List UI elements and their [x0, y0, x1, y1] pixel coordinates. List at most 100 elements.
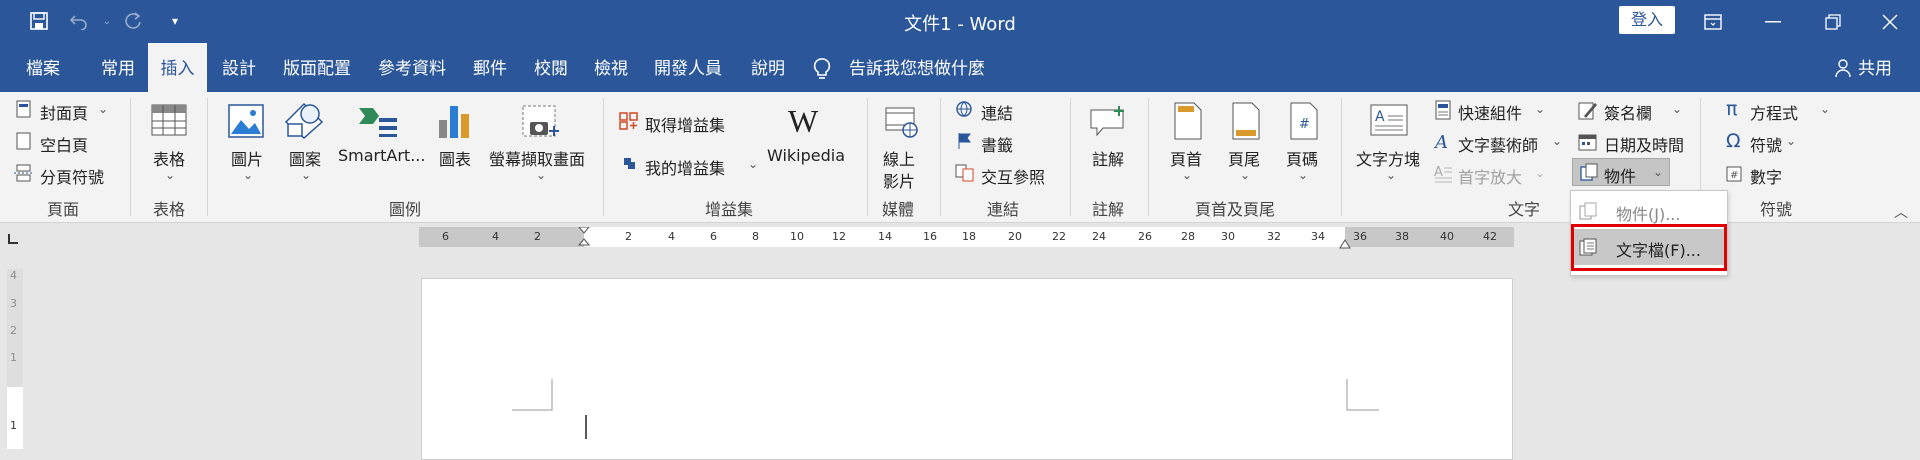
page-number-button[interactable]: 頁碼	[1286, 146, 1318, 170]
symbol-dropdown-icon[interactable]: ⌄	[1786, 134, 1796, 148]
link-button[interactable]: 連結	[981, 100, 1013, 124]
cover-page-button[interactable]: 封面頁	[40, 100, 88, 124]
ruler-tick: 36	[1353, 230, 1367, 243]
signature-line-icon	[1578, 100, 1598, 124]
footer-button[interactable]: 頁尾	[1228, 146, 1260, 170]
shapes-dropdown-icon[interactable]: ⌄	[301, 168, 311, 182]
object-dropdown-icon[interactable]: ⌄	[1653, 165, 1663, 179]
login-button[interactable]: 登入	[1619, 6, 1675, 34]
my-addins-button[interactable]: 我的增益集	[645, 155, 725, 179]
tab-help[interactable]: 說明	[751, 43, 785, 92]
bookmark-button[interactable]: 書籤	[981, 132, 1013, 156]
table-button[interactable]: 表格	[153, 146, 185, 170]
online-video-label-1[interactable]: 線上	[883, 146, 915, 170]
store-icon	[619, 112, 639, 134]
shapes-button[interactable]: 圖案	[289, 146, 321, 170]
quick-parts-dropdown-icon[interactable]: ⌄	[1535, 102, 1545, 116]
page-break-button[interactable]: 分頁符號	[40, 164, 104, 188]
number-button[interactable]: 數字	[1750, 164, 1782, 188]
cover-page-dropdown-icon[interactable]: ⌄	[98, 102, 108, 116]
close-icon[interactable]	[1860, 0, 1920, 43]
tab-mailings[interactable]: 郵件	[473, 43, 507, 92]
share-button[interactable]: 共用	[1858, 43, 1892, 92]
tab-home[interactable]: 常用	[101, 43, 135, 92]
minimize-icon[interactable]	[1743, 0, 1803, 43]
tab-layout[interactable]: 版面配置	[283, 43, 351, 92]
highlight-box	[1571, 224, 1727, 271]
table-dropdown-icon[interactable]: ⌄	[165, 168, 175, 182]
tab-selector-icon[interactable]	[6, 231, 20, 245]
blank-page-button[interactable]: 空白頁	[40, 132, 88, 156]
ruler-tick: 22	[1052, 230, 1066, 243]
pictures-dropdown-icon[interactable]: ⌄	[243, 168, 253, 182]
pictures-button[interactable]: 圖片	[231, 146, 263, 170]
group-label-pages: 頁面	[47, 200, 80, 219]
ruler-tick: 38	[1395, 230, 1409, 243]
signature-line-button[interactable]: 簽名欄	[1604, 100, 1652, 124]
group-label-text: 文字	[1508, 200, 1541, 219]
text-box-dropdown-icon[interactable]: ⌄	[1386, 168, 1396, 182]
svg-text:A: A	[1375, 109, 1385, 125]
wikipedia-button[interactable]: Wikipedia	[767, 146, 845, 165]
signature-line-dropdown-icon[interactable]: ⌄	[1672, 102, 1682, 116]
smartart-icon	[357, 106, 399, 142]
tab-view[interactable]: 檢視	[594, 43, 628, 92]
ruler-tick: 30	[1221, 230, 1235, 243]
symbol-button[interactable]: 符號	[1750, 132, 1782, 156]
group-label-illustrations: 圖例	[389, 200, 422, 219]
footer-dropdown-icon[interactable]: ⌄	[1240, 168, 1250, 182]
quick-parts-button[interactable]: 快速組件	[1458, 100, 1522, 124]
group-label-symbols: 符號	[1760, 200, 1793, 219]
cross-reference-button[interactable]: 交互參照	[981, 164, 1045, 188]
screenshot-dropdown-icon[interactable]: ⌄	[536, 168, 546, 182]
text-box-button[interactable]: 文字方塊	[1356, 146, 1420, 170]
tab-developer[interactable]: 開發人員	[654, 43, 722, 92]
symbol-icon: Ω	[1726, 130, 1741, 152]
indent-marker-icon[interactable]	[577, 226, 591, 251]
object-icon	[1580, 163, 1598, 185]
drop-cap-dropdown-icon: ⌄	[1535, 166, 1546, 180]
vertical-ruler[interactable]: 4 3 2 1 1	[7, 269, 23, 449]
object-button[interactable]: 物件	[1604, 163, 1636, 187]
header-dropdown-icon[interactable]: ⌄	[1182, 168, 1192, 182]
equation-button[interactable]: 方程式	[1750, 100, 1798, 124]
collapse-ribbon-icon[interactable]: ︿	[1894, 202, 1908, 222]
page-number-dropdown-icon[interactable]: ⌄	[1298, 168, 1308, 182]
my-addins-dropdown-icon[interactable]: ⌄	[748, 157, 758, 171]
wordart-dropdown-icon[interactable]: ⌄	[1552, 134, 1562, 148]
restore-icon[interactable]	[1803, 0, 1863, 43]
ruler-tick: 6	[710, 230, 717, 243]
horizontal-ruler[interactable]: 6 4 2 2 4 6 8 10 12 14 16 18 20 22 24 26…	[419, 226, 1514, 249]
equation-dropdown-icon[interactable]: ⌄	[1820, 102, 1830, 116]
svg-text:W: W	[788, 106, 819, 138]
date-time-button[interactable]: 日期及時間	[1604, 132, 1684, 156]
ruler-tick: 24	[1092, 230, 1106, 243]
ruler-tick: 4	[492, 230, 499, 243]
online-video-label-2[interactable]: 影片	[883, 168, 915, 192]
right-indent-marker-icon[interactable]	[1339, 235, 1351, 254]
tab-insert[interactable]: 插入	[148, 43, 207, 92]
ruler-tick: 2	[534, 230, 541, 243]
table-icon	[151, 104, 187, 140]
ruler-tick: 28	[1181, 230, 1195, 243]
svg-text:A: A	[1434, 132, 1448, 152]
online-video-icon	[885, 104, 919, 142]
document-page[interactable]	[421, 278, 1513, 460]
tell-me-search[interactable]: 告訴我您想做什麼	[849, 43, 985, 92]
chart-button[interactable]: 圖表	[439, 146, 471, 170]
ruler-tick: 18	[962, 230, 976, 243]
tab-design[interactable]: 設計	[222, 43, 256, 92]
lightbulb-icon	[812, 57, 832, 85]
menu-item-object-label: 物件(J)...	[1616, 205, 1681, 224]
get-addins-button[interactable]: 取得增益集	[645, 112, 725, 136]
cross-reference-icon	[955, 164, 975, 186]
comment-button[interactable]: 註解	[1092, 146, 1124, 170]
tab-review[interactable]: 校閱	[534, 43, 568, 92]
wordart-button[interactable]: 文字藝術師	[1458, 132, 1538, 156]
smartart-button[interactable]: SmartArt...	[338, 146, 425, 165]
tab-file[interactable]: 檔案	[26, 43, 60, 92]
tab-references[interactable]: 參考資料	[378, 43, 446, 92]
ribbon-display-options-icon[interactable]	[1683, 0, 1743, 43]
screenshot-button[interactable]: 螢幕擷取畫面	[489, 146, 585, 170]
header-button[interactable]: 頁首	[1170, 146, 1202, 170]
